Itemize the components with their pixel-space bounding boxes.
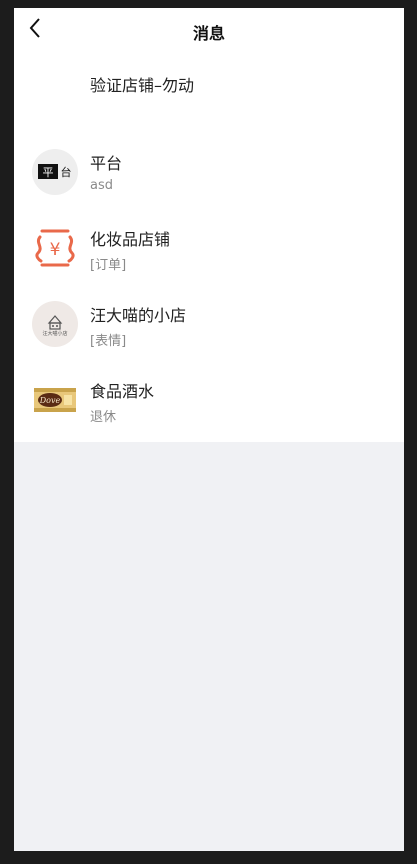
avatar-platform: 平 台 [32,149,78,195]
phone-screen: 消息 验证店铺–勿动 平 台 平台 asd ¥ 化妆品店铺 [订单] 汪大喵小店… [14,8,404,851]
svg-text:Dove: Dove [39,396,61,405]
conversation-item-cosmetics[interactable]: ¥ 化妆品店铺 [订单] [14,214,404,290]
conversation-item-wang-store[interactable]: 汪大喵小店 汪大喵的小店 [表情] [14,290,404,366]
svg-text:台: 台 [61,165,72,179]
chocolate-bar-icon: Dove [34,388,76,412]
platform-logo-icon: 平 台 [38,164,72,179]
svg-text:汪大喵小店: 汪大喵小店 [42,330,67,337]
verify-store-row[interactable]: 验证店铺–勿动 [14,52,404,138]
yen-icon: ¥ [35,229,75,267]
conversation-preview: 退休 [90,410,117,425]
conversation-name: 食品酒水 [90,382,155,401]
avatar-cosmetics: ¥ [32,225,78,271]
conversation-name: 汪大喵的小店 [90,306,187,325]
conversation-item-platform[interactable]: 平 台 平台 asd [14,138,404,214]
store-logo-icon: 汪大喵小店 [42,315,68,337]
svg-text:平: 平 [43,166,54,179]
conversation-item-food-drinks[interactable]: Dove 食品酒水 退休 [14,366,404,442]
avatar-wang-store: 汪大喵小店 [32,301,78,347]
verify-store-label: 验证店铺–勿动 [90,76,195,95]
conversation-preview: [订单] [90,258,127,273]
conversation-name: 化妆品店铺 [90,230,171,249]
message-list-panel: 消息 验证店铺–勿动 平 台 平台 asd ¥ 化妆品店铺 [订单] 汪大喵小店… [14,8,404,442]
nav-bar: 消息 [14,8,404,52]
conversation-preview: asd [90,178,113,193]
svg-text:¥: ¥ [50,240,61,260]
page-title: 消息 [192,24,225,43]
conversation-preview: [表情] [90,334,127,349]
avatar-food-drinks: Dove [32,377,78,423]
conversation-name: 平台 [90,154,123,173]
